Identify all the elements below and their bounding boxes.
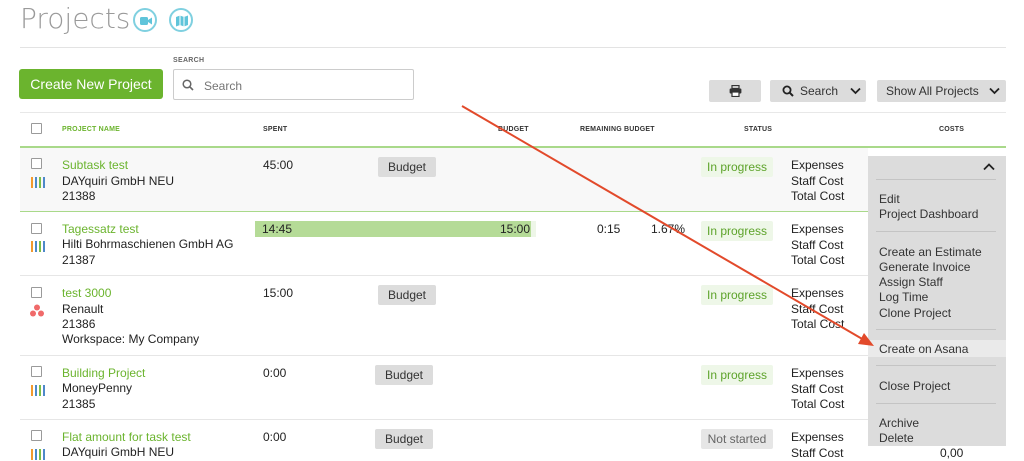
video-camera-icon[interactable]: [133, 8, 157, 32]
col-costs[interactable]: COSTS: [939, 126, 964, 133]
budget-button[interactable]: Budget: [378, 285, 436, 305]
cost-value: 0,00: [940, 446, 964, 460]
status-badge: In progress: [701, 365, 773, 385]
row-checkbox[interactable]: [31, 287, 42, 298]
search-field[interactable]: [173, 69, 414, 100]
project-name-link[interactable]: Subtask test: [62, 158, 128, 172]
filter-label: Show All Projects: [886, 84, 979, 98]
project-name-link[interactable]: test 3000: [62, 286, 111, 300]
chevron-down-icon: [850, 87, 861, 95]
menu-clone-project[interactable]: Clone Project: [879, 306, 951, 320]
project-number: 21386: [62, 317, 96, 331]
project-number: 21387: [62, 253, 96, 267]
col-spent[interactable]: SPENT: [263, 126, 287, 133]
printer-icon: [729, 85, 741, 97]
project-client: Renault: [62, 302, 104, 316]
bars-icon: [31, 241, 45, 252]
spent-value: 15:00: [263, 286, 294, 300]
project-actions-menu: Edit Project Dashboard Create an Estimat…: [868, 156, 1006, 446]
project-number: 21385: [62, 397, 96, 411]
search-label: SEARCH: [173, 57, 205, 64]
spent-value: 45:00: [263, 158, 294, 172]
col-project-name[interactable]: PROJECT NAME: [62, 126, 120, 133]
project-name-link[interactable]: Flat amount for task test: [62, 430, 191, 444]
cost-labels: Expenses Staff Cost Total Cost: [791, 286, 845, 331]
row-divider: [20, 419, 1006, 420]
menu-divider: [876, 365, 996, 366]
menu-divider: [876, 329, 996, 330]
menu-create-on-asana[interactable]: Create on Asana: [879, 342, 968, 356]
project-workspace: Workspace: My Company: [62, 332, 200, 346]
print-button[interactable]: [709, 80, 761, 102]
map-icon[interactable]: [169, 8, 193, 32]
menu-close-project[interactable]: Close Project: [879, 379, 950, 393]
row-checkbox[interactable]: [31, 430, 42, 441]
menu-delete[interactable]: Delete: [879, 431, 914, 445]
row-divider: [20, 275, 1006, 276]
title-divider: [20, 47, 1006, 48]
chevron-up-icon[interactable]: [983, 163, 995, 171]
search-icon: [182, 79, 194, 91]
menu-create-estimate[interactable]: Create an Estimate: [879, 245, 982, 259]
cost-labels: Expenses Staff Cost Total Cost: [791, 222, 845, 267]
budget-button[interactable]: Budget: [375, 429, 433, 449]
menu-assign-staff[interactable]: Assign Staff: [879, 275, 943, 289]
budget-progress-fill: [255, 221, 531, 237]
page-title: Projects: [20, 2, 131, 35]
cost-labels: Expenses Staff Cost Total Cost: [791, 158, 845, 203]
show-all-projects-select[interactable]: Show All Projects: [877, 80, 1006, 102]
select-all-checkbox[interactable]: [31, 123, 42, 134]
bars-icon: [31, 177, 45, 188]
spent-value: 14:45: [262, 222, 293, 236]
spent-value: 0:00: [263, 430, 287, 444]
bars-icon: [31, 449, 45, 460]
project-number: 21388: [62, 189, 96, 203]
project-client: MoneyPenny: [62, 381, 133, 395]
cost-labels: Expenses Staff Cost: [791, 430, 844, 460]
cost-labels: Expenses Staff Cost Total Cost: [791, 366, 845, 411]
menu-edit[interactable]: Edit: [879, 192, 900, 206]
asana-icon: [30, 304, 44, 317]
menu-archive[interactable]: Archive: [879, 416, 919, 430]
status-badge: In progress: [701, 285, 773, 305]
budget-button[interactable]: Budget: [378, 157, 436, 177]
chevron-down-icon: [989, 87, 1000, 95]
project-client: DAYquiri GmbH NEU: [62, 174, 175, 188]
col-remaining-budget[interactable]: REMAINING BUDGET: [580, 126, 655, 133]
col-budget[interactable]: BUDGET: [498, 126, 529, 133]
search-dropdown-button[interactable]: Search: [770, 80, 866, 102]
menu-project-dashboard[interactable]: Project Dashboard: [879, 207, 978, 221]
row-divider: [20, 211, 1006, 212]
menu-divider: [876, 179, 996, 180]
col-status[interactable]: STATUS: [744, 126, 772, 133]
remaining-percent: 1.67%: [651, 222, 686, 236]
menu-divider: [876, 403, 996, 404]
menu-log-time[interactable]: Log Time: [879, 290, 928, 304]
search-icon: [782, 85, 794, 97]
row-divider: [20, 355, 1006, 356]
search-button-label: Search: [800, 84, 839, 98]
status-badge: In progress: [701, 157, 773, 177]
spent-value: 0:00: [263, 366, 287, 380]
project-name-link[interactable]: Tagessatz test: [62, 222, 139, 236]
row-checkbox[interactable]: [31, 158, 42, 169]
menu-generate-invoice[interactable]: Generate Invoice: [879, 260, 970, 274]
budget-button[interactable]: Budget: [375, 365, 433, 385]
status-badge: In progress: [701, 221, 773, 241]
project-name-link[interactable]: Building Project: [62, 366, 145, 380]
table-header-top-line: [20, 112, 1006, 113]
menu-divider: [876, 231, 996, 232]
row-checkbox[interactable]: [31, 366, 42, 377]
budget-value: 15:00: [500, 222, 531, 236]
row-checkbox[interactable]: [31, 223, 42, 234]
search-input[interactable]: [202, 76, 406, 95]
status-badge: Not started: [701, 429, 773, 449]
project-client: DAYquiri GmbH NEU: [62, 445, 175, 459]
remaining-value: 0:15: [597, 222, 621, 236]
bars-icon: [31, 385, 45, 396]
create-new-project-button[interactable]: Create New Project: [19, 69, 163, 99]
project-client: Hilti Bohrmaschienen GmbH AG: [62, 237, 234, 251]
